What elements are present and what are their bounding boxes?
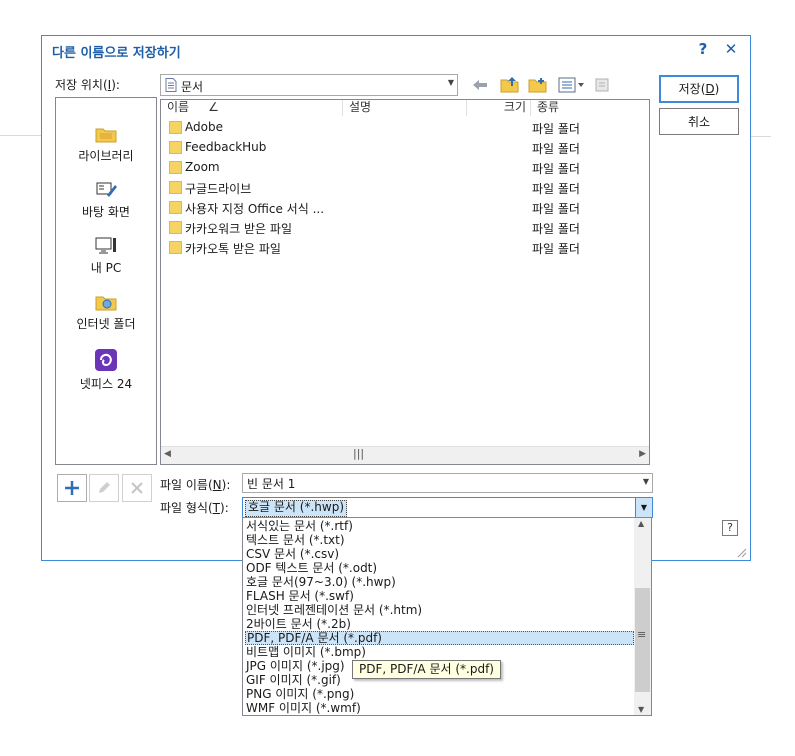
pencil-icon (99, 482, 110, 493)
place-desktop[interactable]: 바탕 화면 (56, 180, 156, 220)
x-icon (131, 482, 143, 494)
computer-icon (95, 237, 116, 254)
file-type-option[interactable]: PNG 이미지 (*.png) (245, 687, 634, 701)
up-folder-button[interactable] (498, 74, 522, 96)
plus-icon (65, 481, 79, 495)
tools-button[interactable] (590, 74, 614, 96)
column-header-desc[interactable]: 설명 (343, 100, 467, 116)
scroll-right-icon[interactable]: ▶ (639, 449, 646, 459)
file-type-option[interactable]: FLASH 문서 (*.swf) (245, 589, 634, 603)
view-menu-button[interactable] (554, 74, 588, 96)
save-location-label: 저장 위치(I): (55, 78, 120, 92)
back-arrow-icon (473, 80, 487, 90)
folder-icon (169, 201, 182, 214)
scroll-down-icon[interactable]: ▼ (638, 705, 644, 714)
save-button[interactable]: 저장(D) (659, 75, 739, 103)
edit-place-button[interactable] (89, 474, 119, 502)
place-internet-folder[interactable]: 인터넷 폴더 (56, 292, 156, 332)
place-library[interactable]: 라이브러리 (56, 124, 156, 164)
file-type-option[interactable]: ODF 텍스트 문서 (*.odt) (245, 561, 634, 575)
resize-grip-icon[interactable] (735, 546, 747, 558)
help-corner-button[interactable]: ? (722, 520, 738, 536)
place-my-pc[interactable]: 내 PC (56, 236, 156, 276)
file-type-option[interactable]: 텍스트 문서 (*.txt) (245, 533, 634, 547)
file-row[interactable]: 카카오톡 받은 파일 파일 폴더 (161, 238, 649, 258)
file-type-label: 파일 형식(T): (160, 501, 229, 515)
save-as-dialog: 다른 이름으로 저장하기 ? ✕ 저장 위치(I): 문서 ▼ 저장(D) 취소… (41, 35, 751, 561)
file-type-option[interactable]: 2바이트 문서 (*.2b) (245, 617, 634, 631)
file-type-option[interactable]: 인터넷 프레젠테이션 문서 (*.htm) (245, 603, 634, 617)
save-location-value: 문서 (181, 80, 204, 94)
tools-icon (595, 78, 609, 92)
up-folder-icon (500, 77, 519, 93)
folder-icon (169, 221, 182, 234)
column-header-type[interactable]: 종류 (531, 100, 649, 116)
help-button[interactable]: ? (694, 40, 712, 58)
scroll-up-icon[interactable]: ▲ (638, 519, 644, 528)
save-location-combo[interactable]: 문서 ▼ (160, 74, 458, 96)
new-folder-button[interactable] (526, 74, 550, 96)
file-type-dropdown[interactable]: 서식있는 문서 (*.rtf) 텍스트 문서 (*.txt) CSV 문서 (*… (242, 517, 652, 716)
scroll-left-icon[interactable]: ◀ (164, 449, 171, 459)
column-header-size[interactable]: 크기 (467, 100, 531, 116)
scroll-thumb-grip[interactable]: ||| (353, 447, 364, 460)
tooltip: PDF, PDF/A 문서 (*.pdf) (352, 660, 501, 679)
file-type-combo[interactable]: 호글 문서 (*.hwp) ▼ (242, 497, 653, 518)
file-type-option[interactable]: WMF 이미지 (*.wmf) (245, 701, 634, 715)
file-row[interactable]: 구글드라이브 파일 폴더 (161, 178, 649, 198)
vertical-scrollbar[interactable]: ▲ ≡ ▼ (634, 518, 651, 715)
chevron-down-icon: ▼ (642, 477, 649, 486)
file-type-value: 호글 문서 (*.hwp) (245, 500, 348, 517)
horizontal-scrollbar[interactable]: ◀ ||| ▶ (161, 446, 649, 464)
file-type-option[interactable]: 비트맵 이미지 (*.bmp) (245, 645, 634, 659)
chevron-down-icon[interactable]: ▼ (635, 498, 652, 517)
library-icon (95, 128, 117, 143)
delete-place-button[interactable] (122, 474, 152, 502)
file-type-option[interactable]: CSV 문서 (*.csv) (245, 547, 634, 561)
folder-icon (169, 161, 182, 174)
column-header-name[interactable]: 이름 ∠ (161, 100, 343, 116)
cancel-button[interactable]: 취소 (659, 108, 739, 135)
list-view-icon (558, 77, 584, 93)
file-list[interactable]: 이름 ∠ 설명 크기 종류 Adobe 파일 폴더 FeedbackHub 파일 폴… (160, 99, 650, 465)
file-type-option[interactable]: 호글 문서(97~3.0) (*.hwp) (245, 575, 634, 589)
file-row[interactable]: FeedbackHub 파일 폴더 (161, 138, 649, 158)
file-name-value: 빈 문서 1 (247, 477, 296, 491)
folder-icon (169, 181, 182, 194)
chevron-down-icon: ▼ (447, 78, 454, 87)
file-type-option-selected[interactable]: PDF, PDF/A 문서 (*.pdf) (245, 631, 634, 645)
add-place-button[interactable] (57, 474, 87, 502)
folder-icon (169, 241, 182, 254)
file-row[interactable]: Adobe 파일 폴더 (161, 118, 649, 138)
file-name-label: 파일 이름(N): (160, 478, 231, 492)
netffice-icon (95, 349, 117, 371)
internet-folder-icon (95, 296, 117, 311)
file-row[interactable]: 사용자 지정 Office 서식 ... 파일 폴더 (161, 198, 649, 218)
desktop-icon (96, 182, 117, 197)
file-name-combo[interactable]: 빈 문서 1 ▼ (242, 473, 653, 493)
scroll-thumb-grip: ≡ (637, 628, 647, 641)
new-folder-icon (528, 78, 547, 93)
close-button[interactable]: ✕ (722, 40, 740, 58)
place-netffice[interactable]: 넷피스 24 (56, 348, 156, 392)
file-row[interactable]: Zoom 파일 폴더 (161, 158, 649, 178)
scroll-thumb[interactable]: ≡ (635, 588, 650, 692)
places-bar: 라이브러리 바탕 화면 내 PC 인터넷 폴더 넷피스 24 (55, 97, 157, 465)
sort-icon: ∠ (208, 100, 219, 114)
document-icon (165, 78, 177, 95)
back-button[interactable] (468, 74, 492, 96)
file-row[interactable]: 카카오워크 받은 파일 파일 폴더 (161, 218, 649, 238)
folder-icon (169, 141, 182, 154)
dialog-title: 다른 이름으로 저장하기 (52, 46, 181, 61)
folder-icon (169, 121, 182, 134)
file-type-option[interactable]: 서식있는 문서 (*.rtf) (245, 519, 634, 533)
